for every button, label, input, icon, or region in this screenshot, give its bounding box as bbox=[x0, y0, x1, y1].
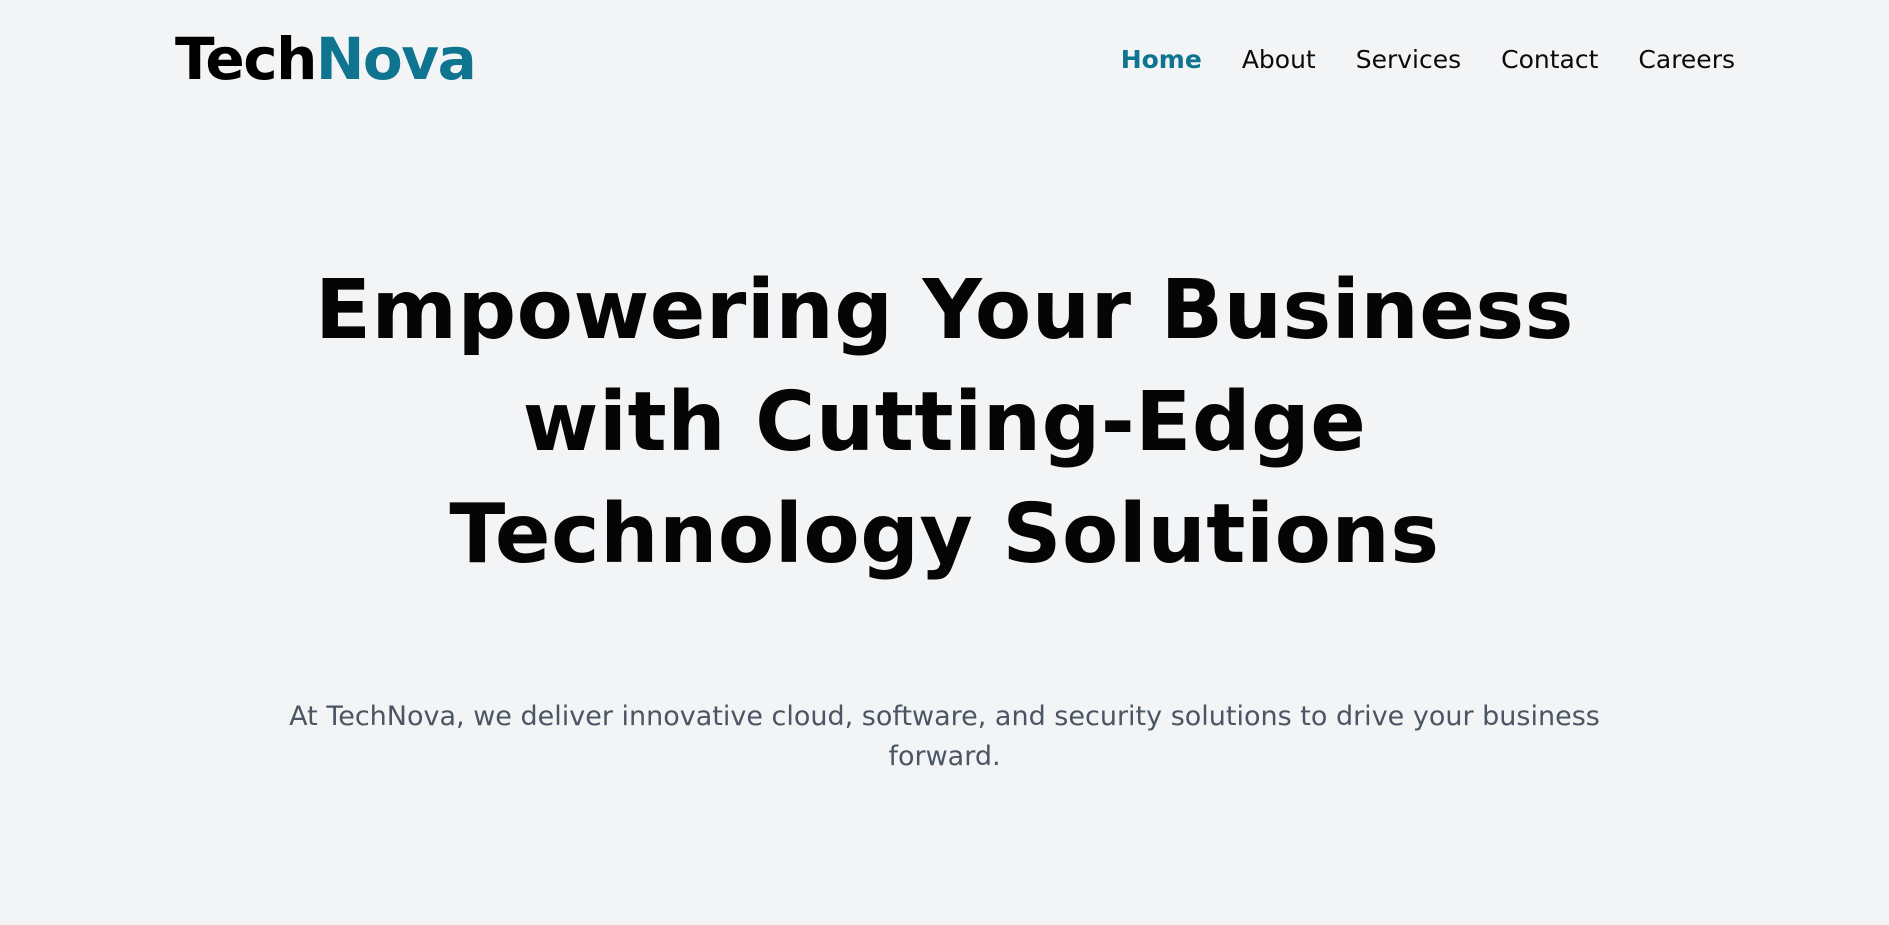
hero-title: Empowering Your Business with Cutting-Ed… bbox=[195, 255, 1695, 591]
hero-title-line-3: Technology Solutions bbox=[449, 487, 1440, 582]
hero-subtitle-line-2: forward. bbox=[888, 741, 1001, 772]
hero-title-line-2: with Cutting-Edge bbox=[522, 375, 1367, 470]
brand-logo[interactable]: TechNova bbox=[175, 24, 477, 94]
nav-link-careers[interactable]: Careers bbox=[1638, 44, 1735, 76]
hero-title-line-1: Empowering Your Business bbox=[315, 263, 1574, 358]
hero-section: Empowering Your Business with Cutting-Ed… bbox=[0, 255, 1889, 591]
nav-link-services[interactable]: Services bbox=[1356, 44, 1461, 76]
hero-subtitle: At TechNova, we deliver innovative cloud… bbox=[0, 697, 1889, 777]
hero-subtitle-line-1: At TechNova, we deliver innovative cloud… bbox=[289, 701, 1600, 732]
site-header: TechNova Home About Services Contact Car… bbox=[0, 0, 1889, 120]
nav-link-contact[interactable]: Contact bbox=[1501, 44, 1598, 76]
nav-link-home[interactable]: Home bbox=[1121, 44, 1202, 76]
main-nav: Home About Services Contact Careers bbox=[1121, 44, 1735, 76]
brand-name-tech: Tech bbox=[175, 25, 317, 93]
nav-link-about[interactable]: About bbox=[1242, 44, 1316, 76]
brand-name-nova: Nova bbox=[315, 25, 477, 93]
